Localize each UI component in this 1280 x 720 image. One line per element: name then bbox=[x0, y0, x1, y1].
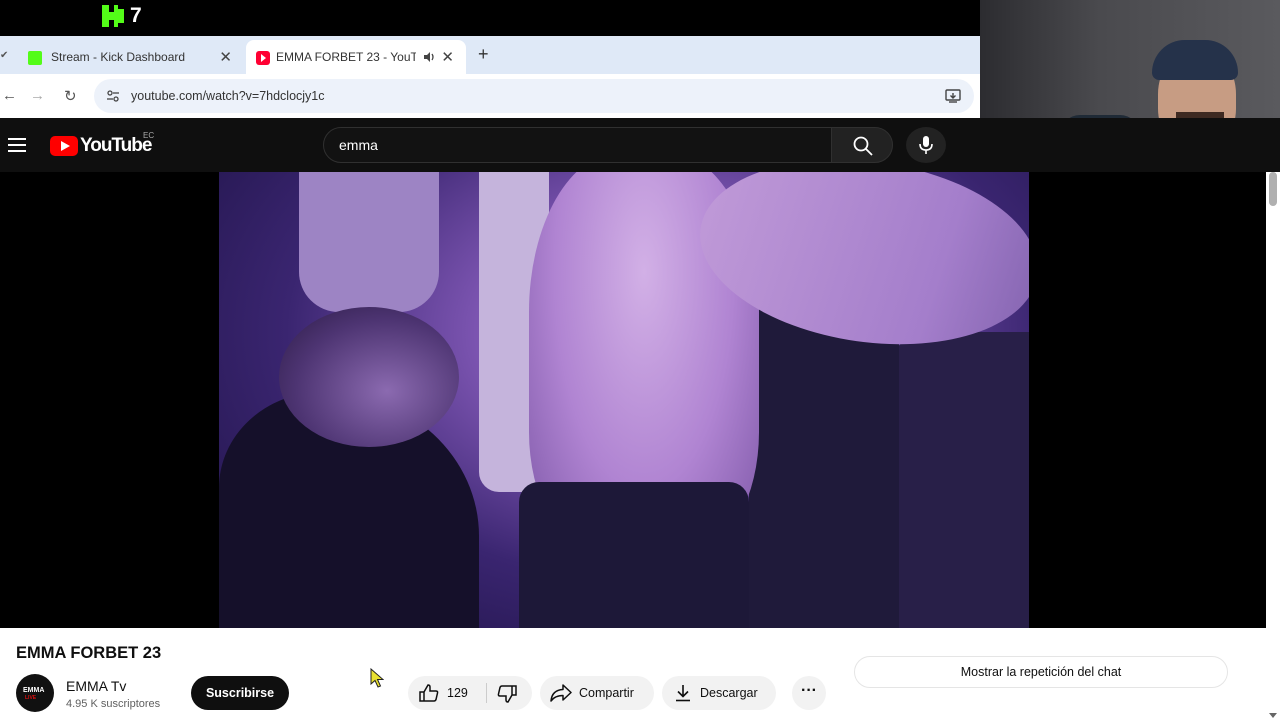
dislike-icon[interactable] bbox=[497, 685, 517, 703]
browser-toolbar: ← → ↻ youtube.com/watch?v=7hdclocjy1c bbox=[0, 74, 980, 118]
avatar-label: EMMA bbox=[23, 687, 45, 694]
more-actions-button[interactable]: ··· bbox=[792, 676, 826, 710]
download-button[interactable]: Descargar bbox=[662, 676, 776, 710]
viewer-count: 7 bbox=[130, 4, 142, 27]
like-icon[interactable] bbox=[419, 684, 439, 702]
kick-logo-icon bbox=[102, 5, 124, 27]
tab-label: EMMA FORBET 23 - YouTube bbox=[276, 50, 416, 64]
address-bar[interactable]: youtube.com/watch?v=7hdclocjy1c bbox=[94, 79, 974, 113]
youtube-favicon-icon bbox=[256, 51, 270, 65]
search-icon bbox=[853, 136, 873, 156]
youtube-logo-text[interactable]: YouTube bbox=[80, 135, 152, 157]
tab-kick-dashboard[interactable]: Stream - Kick Dashboard ✕ bbox=[0, 40, 244, 74]
video-title: EMMA FORBET 23 bbox=[16, 644, 162, 662]
search-input[interactable]: emma bbox=[323, 127, 832, 163]
search-button[interactable] bbox=[831, 127, 893, 163]
reload-icon[interactable]: ↻ bbox=[64, 87, 77, 105]
tab-youtube-video[interactable]: EMMA FORBET 23 - YouTube ✕ bbox=[246, 40, 466, 74]
site-info-icon[interactable] bbox=[106, 89, 120, 103]
avatar-sublabel: LIVE bbox=[25, 695, 37, 701]
like-count[interactable]: 129 bbox=[447, 686, 468, 700]
video-player[interactable] bbox=[0, 172, 1266, 628]
new-tab-button[interactable]: + bbox=[478, 44, 489, 65]
voice-search-button[interactable] bbox=[906, 127, 946, 163]
channel-avatar[interactable]: EMMA LIVE bbox=[16, 674, 54, 712]
download-label: Descargar bbox=[700, 686, 758, 700]
menu-icon[interactable] bbox=[8, 138, 26, 152]
search-query: emma bbox=[339, 137, 378, 153]
url-text: youtube.com/watch?v=7hdclocjy1c bbox=[131, 89, 325, 103]
channel-name[interactable]: EMMA Tv bbox=[66, 678, 126, 694]
video-frame[interactable] bbox=[219, 172, 1029, 628]
tab-close-icon[interactable]: ✕ bbox=[219, 48, 232, 66]
mouse-cursor-icon bbox=[370, 668, 384, 688]
tab-label: Stream - Kick Dashboard bbox=[51, 50, 186, 64]
share-button[interactable]: Compartir bbox=[540, 676, 654, 710]
kick-favicon-icon bbox=[28, 51, 42, 65]
scroll-down-icon[interactable] bbox=[1269, 713, 1277, 718]
download-icon bbox=[676, 685, 690, 702]
share-icon bbox=[550, 684, 572, 702]
tab-strip: ✔ Stream - Kick Dashboard ✕ EMMA FORBET … bbox=[0, 36, 980, 74]
show-chat-replay-button[interactable]: Mostrar la repetición del chat bbox=[854, 656, 1228, 688]
youtube-header: YouTube EC emma bbox=[0, 118, 1280, 172]
country-code: EC bbox=[143, 131, 155, 140]
more-icon: ··· bbox=[801, 682, 817, 699]
tab-close-icon[interactable]: ✕ bbox=[441, 48, 454, 66]
like-divider bbox=[486, 683, 487, 703]
scroll-thumb[interactable] bbox=[1269, 172, 1277, 206]
youtube-logo-icon[interactable] bbox=[50, 136, 78, 156]
microphone-icon bbox=[919, 136, 933, 154]
share-label: Compartir bbox=[579, 686, 634, 700]
subscribe-button[interactable]: Suscribirse bbox=[191, 676, 289, 710]
browser-window: ✔ Stream - Kick Dashboard ✕ EMMA FORBET … bbox=[0, 36, 980, 118]
page-scrollbar[interactable] bbox=[1266, 172, 1280, 720]
stream-overlay-bar: 7 bbox=[0, 0, 980, 36]
install-app-icon[interactable] bbox=[945, 88, 961, 104]
back-icon[interactable]: ← bbox=[2, 87, 17, 104]
audio-playing-icon[interactable] bbox=[422, 50, 436, 64]
forward-icon[interactable]: → bbox=[30, 87, 45, 104]
like-dislike-group: 129 bbox=[408, 676, 532, 710]
subscriber-count: 4.95 K suscriptores bbox=[66, 698, 161, 710]
video-info: EMMA FORBET 23 EMMA LIVE EMMA Tv 4.95 K … bbox=[0, 628, 1266, 720]
